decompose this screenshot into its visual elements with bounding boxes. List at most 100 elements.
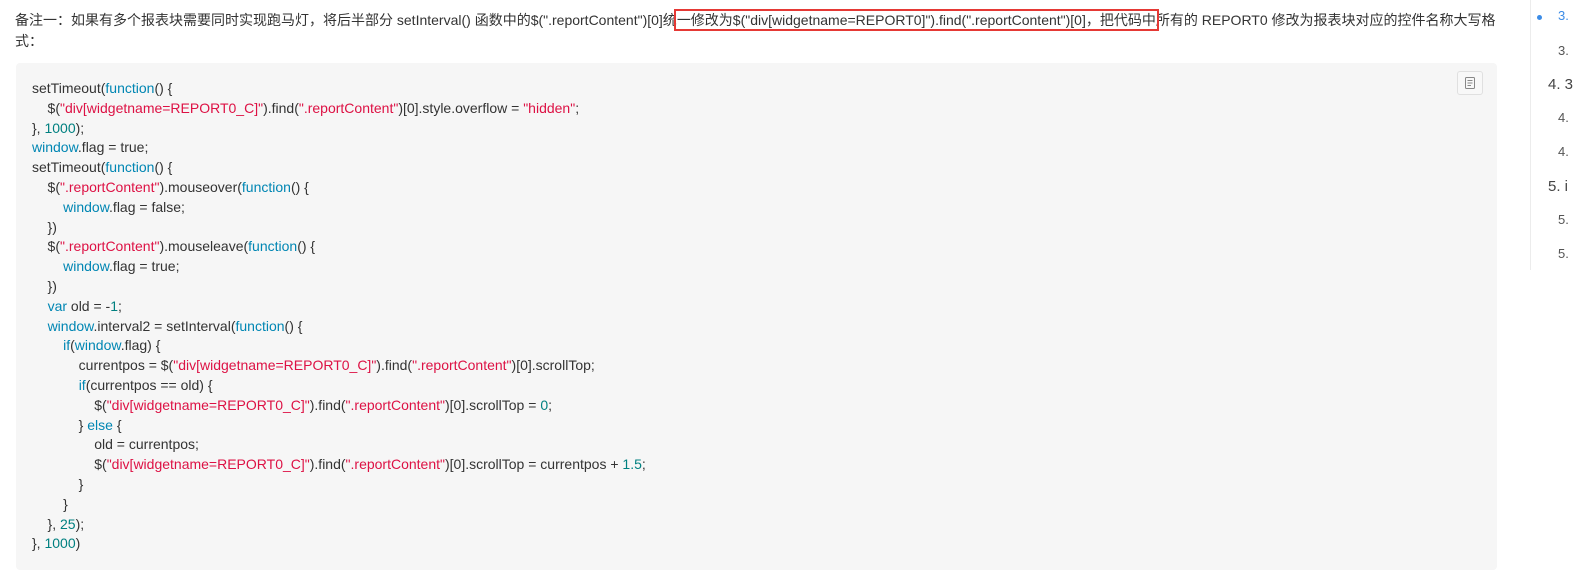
code-token: $( xyxy=(32,178,61,195)
code-line: window.interval2 = setInterval(function(… xyxy=(32,317,1497,337)
code-token: 1000 xyxy=(44,535,76,552)
code-token: "div[widgetname=REPORT0_C]" xyxy=(106,456,310,473)
code-token: () { xyxy=(154,80,173,96)
code-token: $( xyxy=(32,99,61,116)
code-line: $("div[widgetname=REPORT0_C]").find(".re… xyxy=(32,99,1497,119)
code-line: setTimeout(function() { xyxy=(32,158,1497,178)
code-line: window.flag = true; xyxy=(32,257,1497,277)
code-token: }) xyxy=(32,277,57,294)
code-token: setTimeout( xyxy=(32,159,106,176)
code-token: 1000 xyxy=(44,119,76,136)
code-block: setTimeout(function() { $("div[widgetnam… xyxy=(16,63,1497,570)
toc-item[interactable]: 3. xyxy=(1558,8,1569,23)
toc-item[interactable]: 5. xyxy=(1558,212,1569,227)
toc-active-dot-icon xyxy=(1537,15,1542,20)
code-token: ; xyxy=(118,297,122,314)
code-token: function xyxy=(241,178,291,195)
code-token: window xyxy=(47,317,94,334)
code-line: }) xyxy=(32,218,1497,238)
toc-item-label: 3. xyxy=(1558,43,1569,58)
code-token: }, xyxy=(32,535,45,552)
code-token: ".reportContent" xyxy=(60,238,160,255)
code-token: ; xyxy=(548,396,552,413)
code-token: ).find( xyxy=(376,357,413,374)
code-token: ) xyxy=(75,535,81,552)
code-token: .flag = true; xyxy=(109,258,180,275)
code-token: var xyxy=(47,297,68,314)
code-line: } xyxy=(32,495,1497,515)
code-token: function xyxy=(248,238,298,255)
code-token: } xyxy=(32,475,84,492)
note-paragraph: 备注一：如果有多个报表块需要同时实现跑马灯，将后半部分 setInterval(… xyxy=(15,9,1515,52)
toc-item-label: 4. xyxy=(1558,144,1569,159)
copy-code-button[interactable] xyxy=(1457,71,1483,95)
code-token: 1.5 xyxy=(622,456,642,473)
code-token: else xyxy=(87,416,113,433)
code-token: old = - xyxy=(67,297,111,314)
code-token: $( xyxy=(32,456,107,473)
code-line: $("div[widgetname=REPORT0_C]").find(".re… xyxy=(32,455,1497,475)
code-token: window xyxy=(63,258,110,275)
toc-item-label: 4. xyxy=(1558,110,1569,125)
code-line: setTimeout(function() { xyxy=(32,79,1497,99)
toc-item[interactable]: 4. xyxy=(1558,110,1569,125)
code-token: ).find( xyxy=(309,396,346,413)
toc-item-label: 5. i xyxy=(1548,178,1569,195)
toc-item[interactable]: 4. xyxy=(1558,144,1569,159)
code-token: 25 xyxy=(60,515,76,532)
doc-page: 备注一：如果有多个报表块需要同时实现跑马灯，将后半部分 setInterval(… xyxy=(0,0,1583,577)
code-line: window.flag = true; xyxy=(32,138,1497,158)
code-token: ; xyxy=(641,456,646,473)
code-token: ".reportContent" xyxy=(412,357,512,374)
code-line: } xyxy=(32,475,1497,495)
code-token: function xyxy=(105,159,155,176)
code-token: )[0].scrollTop = xyxy=(444,396,541,413)
code-token: window xyxy=(74,337,121,354)
code-token: ); xyxy=(75,515,85,532)
code-line: if(window.flag) { xyxy=(32,336,1497,356)
code-token: )[0].scrollTop; xyxy=(511,357,595,374)
toc-item[interactable]: 5. xyxy=(1558,246,1569,261)
code-token: } xyxy=(32,495,68,512)
code-token: (currentpos == old) { xyxy=(85,376,213,393)
code-token: $( xyxy=(32,238,61,255)
code-token: ).mouseover( xyxy=(159,178,242,195)
code-token: () { xyxy=(290,178,309,195)
code-token: }, xyxy=(32,515,61,532)
code-line: $("div[widgetname=REPORT0_C]").find(".re… xyxy=(32,396,1497,416)
code-line: $(".reportContent").mouseover(function()… xyxy=(32,178,1497,198)
code-token: () { xyxy=(284,317,303,334)
code-token: window xyxy=(63,198,110,215)
code-token: if xyxy=(78,376,86,393)
copy-icon xyxy=(1465,77,1475,89)
code-line: var old = -1; xyxy=(32,297,1497,317)
toc-item-label: 5. xyxy=(1558,212,1569,227)
code-token: ).mouseleave( xyxy=(159,238,249,255)
code-token: 0 xyxy=(540,396,549,413)
code-token: setTimeout( xyxy=(32,80,106,96)
code-token: old = currentpos; xyxy=(32,436,199,453)
code-token: .interval2 = setInterval( xyxy=(93,317,236,334)
code-line: old = currentpos; xyxy=(32,435,1497,455)
code-line: if(currentpos == old) { xyxy=(32,376,1497,396)
toc-item[interactable]: 4. 3 xyxy=(1548,76,1573,93)
code-token: }) xyxy=(32,218,57,235)
code-line: }, 1000) xyxy=(32,534,1497,554)
note-highlighted-text: 一修改为$("div[widgetname=REPORT0]").find(".… xyxy=(673,9,1159,31)
code-token: "div[widgetname=REPORT0_C]" xyxy=(173,357,377,374)
toc-item[interactable]: 5. i xyxy=(1548,178,1568,195)
code-token: window xyxy=(32,139,78,156)
code-token: ).find( xyxy=(309,456,346,473)
code-token: ".reportContent" xyxy=(60,178,160,195)
code-line: }, 25); xyxy=(32,515,1497,535)
code-token: ; xyxy=(575,99,580,116)
code-token: )[0].style.overflow = xyxy=(398,99,524,116)
toc-item[interactable]: 3. xyxy=(1558,43,1569,58)
code-token: () { xyxy=(154,159,173,176)
